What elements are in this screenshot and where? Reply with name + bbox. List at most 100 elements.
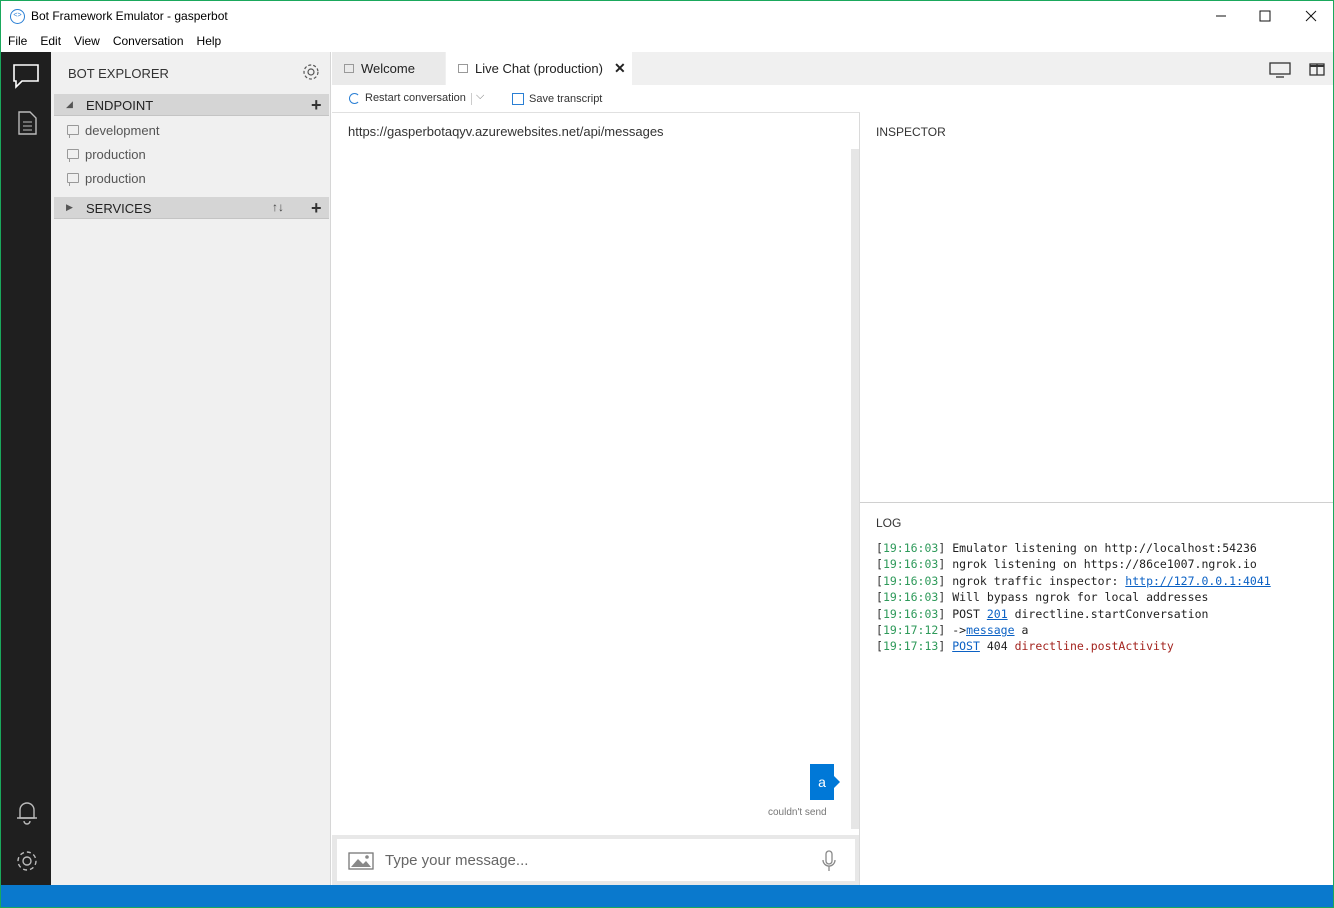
endpoint-url: https://gasperbotaqyv.azurewebsites.net/… (348, 124, 664, 139)
window-title: Bot Framework Emulator - gasperbot (31, 9, 228, 23)
maximize-icon (1259, 10, 1271, 22)
add-endpoint-icon[interactable]: + (311, 95, 322, 116)
endpoint-label: production (85, 170, 146, 186)
expand-triangle-icon: ▶ (66, 202, 73, 212)
tab-chat-icon (458, 64, 468, 73)
log-text: ngrok traffic inspector: (952, 573, 1126, 588)
collapse-triangle-icon: ◢ (66, 99, 73, 109)
log-status-link[interactable]: 201 (987, 607, 1008, 621)
title-bar: <> Bot Framework Emulator - gasperbot (1, 1, 1333, 31)
chat-bubble-icon (67, 149, 79, 162)
close-button[interactable] (1288, 1, 1333, 31)
endpoint-item-production-2[interactable]: production (67, 167, 146, 189)
log-entry: [19:16:03] Will bypass ngrok for local a… (876, 590, 1209, 605)
menu-view[interactable]: View (67, 31, 106, 52)
log-entry: [19:16:03] ngrok traffic inspector: http… (876, 573, 1271, 588)
log-panel: LOG [19:16:03] Emulator listening on htt… (860, 503, 1333, 885)
menu-bar: File Edit View Conversation Help (1, 31, 1333, 52)
document-icon[interactable] (14, 110, 40, 136)
endpoint-item-production[interactable]: production (67, 143, 146, 165)
log-status: 404 (986, 639, 1008, 654)
log-text: Will bypass ngrok for local addresses (952, 590, 1209, 605)
settings-gear-icon[interactable] (302, 63, 320, 81)
save-transcript-button[interactable]: Save transcript (512, 93, 602, 105)
send-status: couldn't send (768, 807, 827, 818)
endpoint-section-label: ENDPOINT (86, 98, 154, 113)
app-icon: <> (10, 9, 25, 24)
sort-icon[interactable]: ↑↓ (272, 200, 284, 214)
inspector-panel: INSPECTOR (860, 113, 1333, 503)
chat-panel: https://gasperbotaqyv.azurewebsites.net/… (332, 113, 860, 835)
services-section-label: SERVICES (86, 201, 152, 216)
image-upload-icon[interactable] (348, 852, 374, 870)
chat-icon[interactable] (12, 63, 40, 89)
microphone-icon[interactable] (821, 849, 837, 873)
tab-label: Welcome (361, 61, 415, 76)
status-bar (1, 885, 1333, 907)
refresh-icon (349, 92, 360, 104)
restart-conversation-button[interactable]: Restart conversation (349, 92, 466, 104)
user-message-bubble[interactable]: a (810, 764, 840, 800)
log-timestamp: 19:16:03 (882, 573, 939, 588)
log-timestamp: 19:16:03 (882, 590, 939, 605)
endpoint-item-development[interactable]: development (67, 119, 159, 141)
app-window: <> Bot Framework Emulator - gasperbot Fi… (0, 0, 1334, 908)
log-method: POST (952, 606, 980, 621)
tab-live-chat[interactable]: Live Chat (production) ✕ (446, 52, 632, 85)
log-method-link[interactable]: POST (952, 639, 980, 653)
minimize-button[interactable] (1198, 1, 1244, 31)
activity-bar (1, 52, 51, 885)
maximize-button[interactable] (1242, 1, 1288, 31)
tab-welcome[interactable]: Welcome (332, 52, 445, 85)
chat-scrollbar[interactable] (851, 149, 859, 829)
chat-bubble-icon (67, 173, 79, 186)
services-section-header[interactable]: ▶ SERVICES ↑↓ + (54, 197, 329, 219)
bell-icon[interactable] (14, 799, 40, 825)
message-input[interactable] (385, 847, 805, 873)
bot-explorer-panel: BOT EXPLORER ◢ ENDPOINT + development pr… (51, 52, 331, 885)
monitor-icon[interactable] (1268, 62, 1292, 78)
explorer-title: BOT EXPLORER (68, 66, 169, 81)
log-timestamp: 19:17:12 (882, 622, 939, 637)
log-arrow: -> (952, 622, 967, 637)
endpoint-section-header[interactable]: ◢ ENDPOINT + (54, 94, 329, 116)
close-icon (1305, 10, 1317, 22)
chevron-down-icon[interactable]: ⌵ (476, 90, 484, 103)
log-title: LOG (876, 516, 902, 530)
log-action: directline.startConversation (1014, 606, 1209, 621)
log-lines: [19:16:03] Emulator listening on http://… (876, 540, 1271, 655)
log-timestamp: 19:16:03 (882, 541, 939, 555)
split-view-icon[interactable] (1308, 62, 1326, 78)
add-service-icon[interactable]: + (311, 198, 322, 219)
gear-icon[interactable] (14, 848, 40, 874)
log-entry: [19:17:13] POST 404 directline.postActiv… (876, 639, 1174, 654)
minimize-icon (1216, 15, 1226, 17)
log-entry: [19:16:03] Emulator listening on http://… (876, 541, 1257, 555)
save-label: Save transcript (529, 93, 603, 105)
close-tab-icon[interactable]: ✕ (614, 60, 626, 77)
compose-box (337, 839, 855, 881)
log-timestamp: 19:16:03 (882, 557, 939, 572)
log-entry: [19:16:03] POST 201 directline.startConv… (876, 606, 1209, 621)
log-entry: [19:17:12] ->message a (876, 622, 1029, 637)
log-link[interactable]: http://127.0.0.1:4041 (1125, 574, 1270, 588)
toolbar-divider (471, 93, 472, 105)
log-message-link[interactable]: message (966, 623, 1014, 637)
log-entry: [19:16:03] ngrok listening on https://86… (876, 557, 1257, 572)
conversation-toolbar: Restart conversation ⌵ Save transcript (332, 85, 860, 113)
endpoint-label: production (85, 146, 146, 162)
log-text: ngrok listening on https://86ce1007.ngro… (952, 557, 1257, 572)
log-action: directline.postActivity (1014, 639, 1174, 654)
tab-label: Live Chat (production) (475, 61, 603, 76)
tab-bar: Welcome Live Chat (production) ✕ (332, 52, 1333, 85)
menu-file[interactable]: File (1, 31, 33, 52)
save-icon (512, 93, 524, 105)
menu-edit[interactable]: Edit (33, 31, 67, 52)
endpoint-label: development (85, 122, 160, 138)
menu-conversation[interactable]: Conversation (106, 31, 190, 52)
log-text: Emulator listening on http://localhost:5… (952, 541, 1257, 555)
inspector-title: INSPECTOR (876, 125, 946, 139)
chat-bubble-icon (67, 125, 79, 138)
menu-help[interactable]: Help (190, 31, 228, 52)
tab-doc-icon (344, 64, 354, 73)
